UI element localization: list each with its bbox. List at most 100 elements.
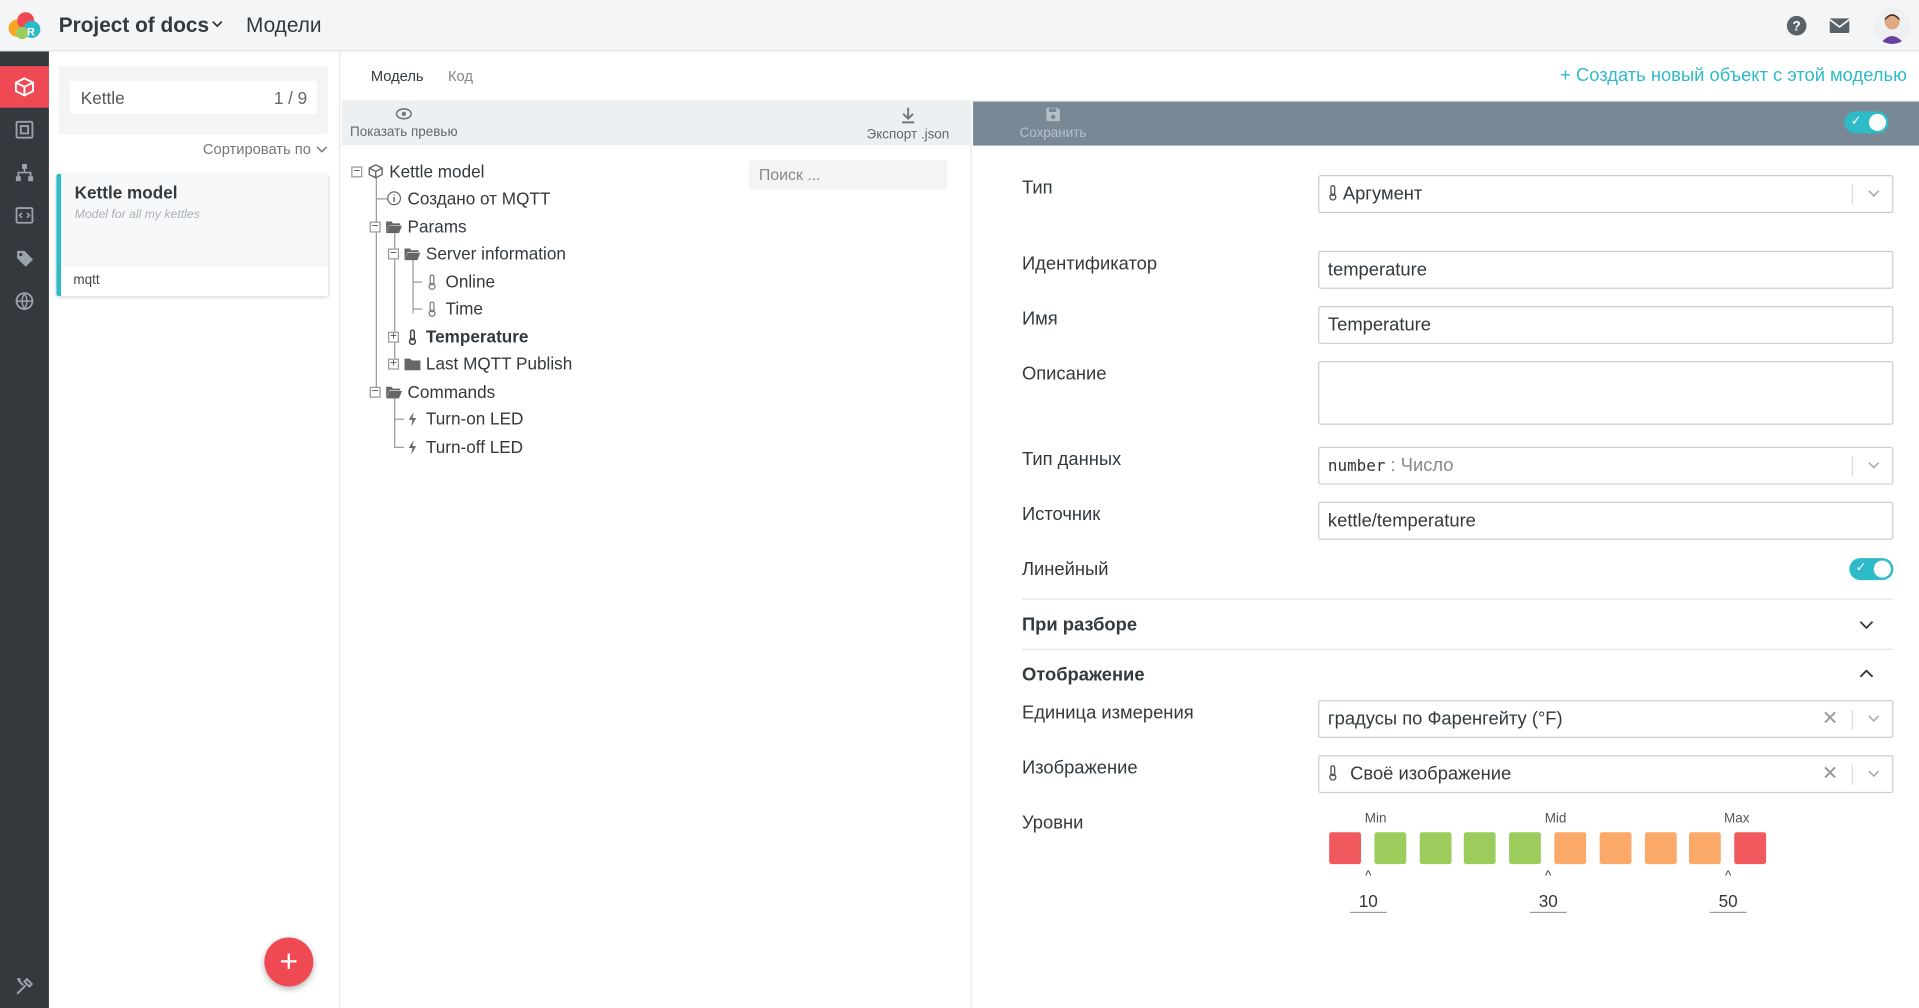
description-textarea[interactable] bbox=[1318, 361, 1894, 425]
tree-search-input[interactable]: Поиск ... bbox=[749, 160, 948, 190]
models-list-panel: Kettle 1 / 9 Сортировать по Kettle model… bbox=[48, 51, 341, 1008]
preview-label: Показать превью bbox=[350, 124, 458, 140]
collapse-toggle-server[interactable]: − bbox=[387, 248, 399, 260]
save-button[interactable]: Сохранить bbox=[1020, 106, 1086, 141]
app-logo-icon[interactable]: R bbox=[5, 7, 44, 44]
tree-item-online[interactable]: Online bbox=[423, 268, 495, 295]
tree-item-temperature[interactable]: Temperature bbox=[404, 323, 528, 350]
tree-item-root[interactable]: Kettle model bbox=[367, 158, 484, 185]
model-tree-panel: Поиск ... − − − + + − Kettle model Созда… bbox=[341, 145, 972, 1008]
level-swatch[interactable] bbox=[1464, 832, 1497, 865]
name-input[interactable]: Temperature bbox=[1318, 305, 1894, 344]
nav-hierarchy-icon[interactable] bbox=[0, 152, 49, 194]
nav-code-icon[interactable] bbox=[0, 195, 49, 237]
level-swatch[interactable] bbox=[1374, 832, 1407, 865]
nav-network-icon[interactable] bbox=[0, 280, 49, 322]
datatype-code: number bbox=[1327, 457, 1386, 477]
description-label: Описание bbox=[1021, 363, 1107, 385]
folder-open-icon bbox=[386, 383, 403, 400]
tree-item-server-info[interactable]: Server information bbox=[404, 240, 566, 267]
tabs-bar: Модель Код + Создать новый объект с этой… bbox=[341, 51, 1919, 102]
level-swatch[interactable] bbox=[1734, 832, 1767, 865]
tree-item-last-publish[interactable]: Last MQTT Publish bbox=[404, 350, 572, 377]
parsing-section-header[interactable]: При разборе bbox=[1021, 598, 1894, 647]
create-object-link[interactable]: + Создать новый объект с этой моделью bbox=[1560, 65, 1907, 86]
preview-button[interactable]: Показать превью bbox=[350, 106, 458, 140]
header-toggle[interactable]: ✓ bbox=[1844, 111, 1889, 134]
tree-item-commands[interactable]: Commands bbox=[386, 378, 495, 405]
sort-dropdown[interactable]: Сортировать по bbox=[203, 141, 328, 158]
tree-item-turn-on[interactable]: Turn-on LED bbox=[404, 405, 523, 432]
clear-icon[interactable]: ✕ bbox=[1822, 761, 1838, 785]
linear-toggle[interactable]: ✓ bbox=[1849, 558, 1894, 581]
level-swatch[interactable] bbox=[1554, 832, 1587, 865]
level-swatch[interactable] bbox=[1599, 832, 1632, 865]
user-avatar[interactable] bbox=[1873, 7, 1911, 45]
chevron-down-icon bbox=[1868, 770, 1880, 778]
model-card[interactable]: Kettle model Model for all my kettles mq… bbox=[56, 173, 329, 297]
source-input[interactable]: kettle/temperature bbox=[1318, 501, 1894, 540]
collapse-toggle-commands[interactable]: − bbox=[369, 386, 381, 398]
clear-icon[interactable]: ✕ bbox=[1822, 706, 1838, 730]
lightning-icon bbox=[404, 438, 421, 455]
display-section-header[interactable]: Отображение bbox=[1021, 648, 1894, 698]
level-min-input[interactable]: 10 bbox=[1349, 891, 1387, 914]
parsing-section-title: При разборе bbox=[1021, 614, 1138, 636]
image-select[interactable]: Своё изображение ✕ bbox=[1318, 755, 1894, 794]
download-icon bbox=[901, 107, 915, 124]
tree-item-turn-off[interactable]: Turn-off LED bbox=[404, 433, 523, 460]
expand-toggle-last-publish[interactable]: + bbox=[387, 358, 399, 370]
datatype-select[interactable]: number : Число bbox=[1318, 446, 1894, 485]
tab-code[interactable]: Код bbox=[448, 67, 473, 84]
expand-toggle-temperature[interactable]: + bbox=[387, 331, 399, 343]
level-swatch[interactable] bbox=[1644, 832, 1677, 865]
add-model-button[interactable]: + bbox=[264, 937, 314, 987]
level-min-label: Min bbox=[1364, 811, 1387, 827]
export-json-button[interactable]: Экспорт .json bbox=[867, 106, 949, 142]
svg-text:?: ? bbox=[1793, 19, 1801, 34]
list-search-input[interactable]: Kettle 1 / 9 bbox=[69, 80, 317, 114]
help-icon[interactable]: ? bbox=[1786, 15, 1808, 37]
level-mid-input[interactable]: 30 bbox=[1529, 891, 1567, 914]
tree-item-time[interactable]: Time bbox=[423, 295, 483, 322]
card-description: Model for all my kettles bbox=[74, 208, 200, 222]
level-mid-label: Mid bbox=[1544, 811, 1567, 827]
chevron-down-icon[interactable] bbox=[211, 17, 224, 30]
thermometer-icon bbox=[423, 300, 440, 317]
type-select[interactable]: Аргумент bbox=[1318, 175, 1894, 213]
level-swatch[interactable] bbox=[1329, 832, 1361, 865]
search-result-count: 1 / 9 bbox=[273, 88, 308, 108]
mail-icon[interactable] bbox=[1829, 15, 1851, 37]
tree-label: Turn-on LED bbox=[425, 408, 524, 429]
eye-icon bbox=[395, 108, 412, 120]
level-swatch[interactable] bbox=[1509, 832, 1542, 865]
level-swatch[interactable] bbox=[1419, 832, 1452, 865]
folder-open-icon bbox=[404, 245, 421, 262]
nav-objects-icon[interactable] bbox=[0, 109, 49, 151]
project-selector[interactable]: Project of docs bbox=[59, 13, 209, 37]
chevron-down-icon bbox=[316, 146, 328, 153]
tree-item-params[interactable]: Params bbox=[386, 213, 467, 240]
identifier-input[interactable]: temperature bbox=[1318, 250, 1894, 289]
collapse-toggle-params[interactable]: − bbox=[369, 221, 381, 233]
nav-tools-icon[interactable] bbox=[0, 966, 49, 1008]
tree-item-created[interactable]: Создано от MQTT bbox=[386, 185, 550, 212]
thermometer-icon bbox=[404, 328, 421, 345]
properties-panel: Тип Аргумент Идентификатор temperature И… bbox=[973, 145, 1919, 1008]
unit-select[interactable]: градусы по Фаренгейту (°F) ✕ bbox=[1318, 700, 1894, 739]
level-max-label: Max bbox=[1723, 811, 1750, 827]
name-label: Имя bbox=[1021, 308, 1058, 330]
search-value: Kettle bbox=[80, 88, 125, 108]
level-swatch[interactable] bbox=[1689, 832, 1722, 865]
image-label: Изображение bbox=[1021, 757, 1138, 779]
level-max-input[interactable]: 50 bbox=[1709, 891, 1747, 914]
floppy-icon bbox=[1046, 107, 1060, 122]
tree-label: Time bbox=[445, 298, 483, 319]
display-section-title: Отображение bbox=[1021, 664, 1145, 686]
tree-label: Turn-off LED bbox=[425, 436, 524, 457]
nav-models-icon[interactable] bbox=[0, 66, 49, 108]
card-footer: mqtt bbox=[61, 266, 329, 297]
nav-tags-icon[interactable] bbox=[0, 237, 49, 279]
tab-model[interactable]: Модель bbox=[371, 67, 424, 84]
collapse-toggle-root[interactable]: − bbox=[351, 166, 363, 178]
